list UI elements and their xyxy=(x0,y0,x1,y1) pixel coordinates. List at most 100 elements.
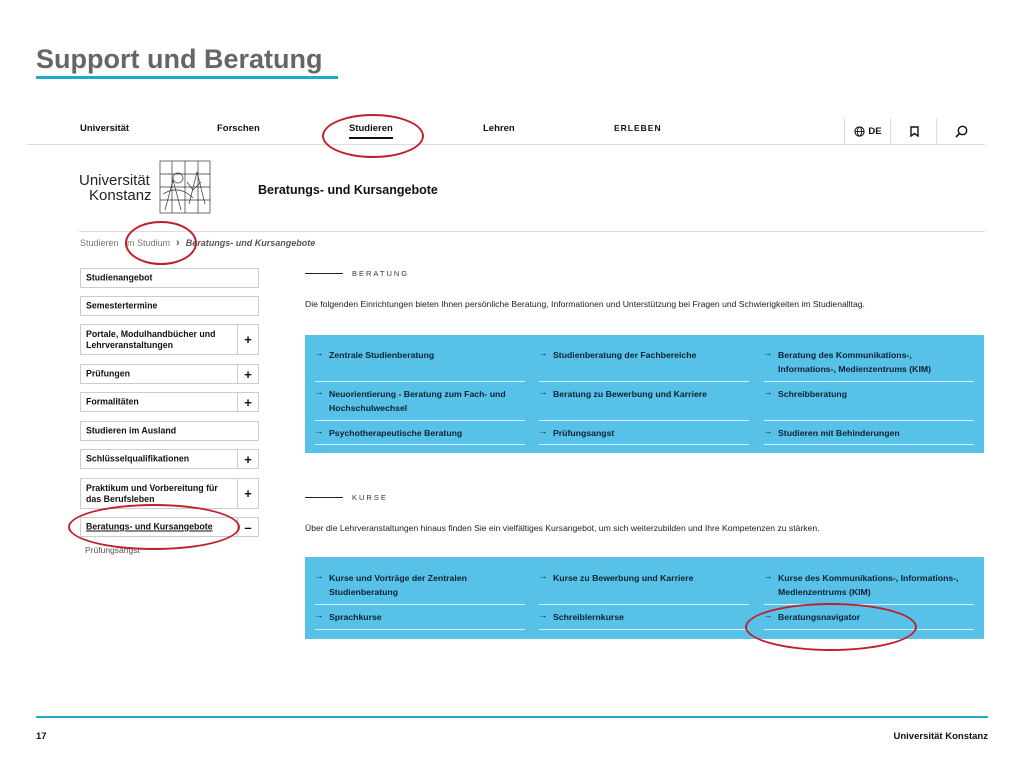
sidebar-item-praktikum[interactable]: Praktikum und Vorbereitung für das Beruf… xyxy=(80,478,259,509)
sidebar-subitem-pruefungsangst[interactable]: Prüfungsangst xyxy=(85,545,140,555)
link-schreibberatung[interactable]: → Schreibberatung xyxy=(764,387,974,421)
language-switch[interactable]: DE xyxy=(844,118,891,144)
sidebar-item-label: Prüfungen xyxy=(86,368,130,379)
globe-icon xyxy=(854,125,866,137)
link-label: Schreiblernkurse xyxy=(553,612,624,622)
arrow-right-icon: → xyxy=(764,610,773,620)
nav-lehren[interactable]: Lehren xyxy=(483,123,515,134)
bookmark-icon xyxy=(909,125,919,137)
top-navigation: Universität Forschen Studieren Lehren ER… xyxy=(27,118,985,145)
breadcrumb-im-studium[interactable]: Im Studium xyxy=(125,238,171,248)
chevron-right-icon: › xyxy=(176,237,180,249)
sidebar-item-studienangebot[interactable]: Studienangebot xyxy=(80,268,259,288)
link-label: Kurse des Kommunikations-, Informations-… xyxy=(778,573,959,597)
breadcrumb: Studieren Im Studium › Beratungs- und Ku… xyxy=(80,237,315,249)
sidebar-item-label: Praktikum und Vorbereitung für das Beruf… xyxy=(86,482,218,504)
sidebar-item-schluesselqualifikationen[interactable]: Schlüsselqualifikationen + xyxy=(80,449,259,469)
link-beratungsnavigator[interactable]: → Beratungsnavigator xyxy=(764,610,974,630)
link-studienberatung-fachbereiche[interactable]: → Studienberatung der Fachbereiche xyxy=(539,348,749,382)
nav-studieren[interactable]: Studieren xyxy=(349,123,393,139)
link-label: Beratung zu Bewerbung und Karriere xyxy=(553,389,707,399)
breadcrumb-studieren[interactable]: Studieren xyxy=(80,238,119,248)
sidebar-item-label: Studieren im Ausland xyxy=(86,425,177,436)
sidebar-item-semestertermine[interactable]: Semestertermine xyxy=(80,296,259,316)
arrow-right-icon: → xyxy=(764,387,773,397)
university-seal-icon xyxy=(159,160,211,214)
beratung-link-panel: → Zentrale Studienberatung → Studienbera… xyxy=(305,335,984,453)
sidebar-item-formalitaeten[interactable]: Formalitäten + xyxy=(80,392,259,412)
sidebar-item-label: Semestertermine xyxy=(86,300,158,311)
logo-wordmark: Universität Konstanz xyxy=(79,173,152,204)
arrow-right-icon: → xyxy=(764,426,773,436)
expand-plus-icon[interactable]: + xyxy=(237,365,258,383)
link-label: Kurse und Vorträge der Zentralen Studien… xyxy=(329,573,467,597)
link-kurse-kim[interactable]: → Kurse des Kommunikations-, Information… xyxy=(764,571,974,605)
sidebar-item-beratungs-kursangebote[interactable]: Beratungs- und Kursangebote – xyxy=(80,517,259,537)
breadcrumb-current: Beratungs- und Kursangebote xyxy=(185,238,316,248)
link-bewerbung-karriere[interactable]: → Beratung zu Bewerbung und Karriere xyxy=(539,387,749,421)
sidebar-item-label: Schlüsselqualifikationen xyxy=(86,453,190,464)
link-zentrale-studienberatung[interactable]: → Zentrale Studienberatung xyxy=(315,348,525,382)
header-divider xyxy=(79,231,985,232)
link-kurse-zentrale-studienberatung[interactable]: → Kurse und Vorträge der Zentralen Studi… xyxy=(315,571,525,605)
section-label-kurse: KURSE xyxy=(352,493,388,502)
section-divider xyxy=(305,273,343,274)
nav-forschen[interactable]: Forschen xyxy=(217,123,260,134)
section-label-beratung: BERATUNG xyxy=(352,269,410,278)
language-label: DE xyxy=(868,125,882,137)
kurse-link-panel: → Kurse und Vorträge der Zentralen Studi… xyxy=(305,557,984,639)
sidebar-item-label: Formalitäten xyxy=(86,396,139,407)
search-icon xyxy=(954,125,967,138)
arrow-right-icon: → xyxy=(315,387,324,397)
sidebar-item-pruefungen[interactable]: Prüfungen + xyxy=(80,364,259,384)
nav-universitaet[interactable]: Universität xyxy=(80,123,129,134)
link-kurse-bewerbung-karriere[interactable]: → Kurse zu Bewerbung und Karriere xyxy=(539,571,749,605)
arrow-right-icon: → xyxy=(764,571,773,581)
beratung-intro: Die folgenden Einrichtungen bieten Ihnen… xyxy=(305,299,865,309)
link-label: Beratungsnavigator xyxy=(778,612,861,622)
arrow-right-icon: → xyxy=(539,610,548,620)
sidebar-item-portale[interactable]: Portale, Modulhandbücher und Lehrveranst… xyxy=(80,324,259,355)
section-divider xyxy=(305,497,343,498)
website-screenshot: Universität Forschen Studieren Lehren ER… xyxy=(27,110,985,660)
sidebar-item-label: Beratungs- und Kursangebote xyxy=(86,521,213,532)
expand-plus-icon[interactable]: + xyxy=(237,479,258,508)
link-label: Zentrale Studienberatung xyxy=(329,350,435,360)
link-schreiblernkurse[interactable]: → Schreiblernkurse xyxy=(539,610,749,630)
expand-plus-icon[interactable]: + xyxy=(237,393,258,411)
page-number: 17 xyxy=(36,731,47,742)
bookmark-button[interactable] xyxy=(890,118,937,144)
link-label: Psychotherapeutische Beratung xyxy=(329,428,463,438)
link-sprachkurse[interactable]: → Sprachkurse xyxy=(315,610,525,630)
footer-university-name: Universität Konstanz xyxy=(893,731,989,742)
arrow-right-icon: → xyxy=(315,426,324,436)
link-label: Studienberatung der Fachbereiche xyxy=(553,350,697,360)
arrow-right-icon: → xyxy=(315,348,324,358)
arrow-right-icon: → xyxy=(315,571,324,581)
link-neuorientierung[interactable]: → Neuorientierung - Beratung zum Fach- u… xyxy=(315,387,525,421)
link-label: Sprachkurse xyxy=(329,612,382,622)
link-label: Neuorientierung - Beratung zum Fach- und… xyxy=(329,389,506,413)
title-underline xyxy=(36,76,338,79)
sidebar-item-ausland[interactable]: Studieren im Ausland xyxy=(80,421,259,441)
search-button[interactable] xyxy=(936,118,985,144)
footer-divider xyxy=(36,716,988,718)
link-studieren-mit-behinderungen[interactable]: → Studieren mit Behinderungen xyxy=(764,426,974,445)
expand-plus-icon[interactable]: + xyxy=(237,450,258,468)
expand-plus-icon[interactable]: + xyxy=(237,325,258,354)
collapse-minus-icon[interactable]: – xyxy=(237,518,258,536)
link-pruefungsangst[interactable]: → Prüfungsangst xyxy=(539,426,749,445)
link-psychotherapeutische-beratung[interactable]: → Psychotherapeutische Beratung xyxy=(315,426,525,445)
arrow-right-icon: → xyxy=(764,348,773,358)
arrow-right-icon: → xyxy=(539,348,548,358)
arrow-right-icon: → xyxy=(315,610,324,620)
sidebar-item-label: Studienangebot xyxy=(86,272,153,283)
arrow-right-icon: → xyxy=(539,571,548,581)
nav-erleben[interactable]: ERLEBEN xyxy=(614,123,662,133)
logo-line-2: Konstanz xyxy=(89,187,152,204)
link-label: Beratung des Kommunikations-, Informatio… xyxy=(778,350,931,374)
page-heading: Beratungs- und Kursangebote xyxy=(258,183,438,197)
link-beratung-kim[interactable]: → Beratung des Kommunikations-, Informat… xyxy=(764,348,974,382)
link-label: Kurse zu Bewerbung und Karriere xyxy=(553,573,694,583)
link-label: Studieren mit Behinderungen xyxy=(778,428,900,438)
